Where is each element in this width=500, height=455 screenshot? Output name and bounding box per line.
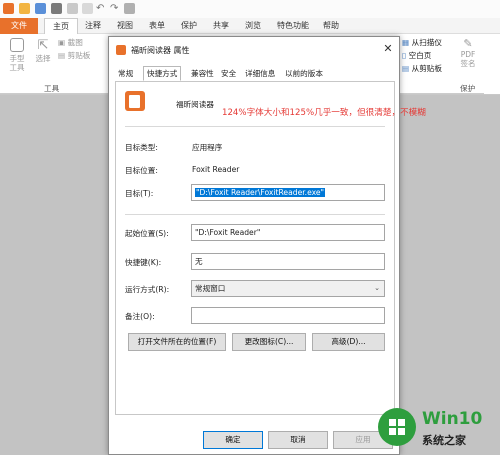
select-tool-button[interactable]: ⇱ 选择 bbox=[32, 38, 54, 74]
start-in-label: 起始位置(S): bbox=[125, 229, 169, 238]
app-title-bar: ↶ ↷ bbox=[0, 0, 500, 18]
ok-button[interactable]: 确定 bbox=[203, 431, 263, 449]
target-value: "D:\Foxit Reader\FoxitReader.exe" bbox=[195, 188, 326, 197]
tab-shortcut[interactable]: 快捷方式 bbox=[143, 66, 182, 81]
undo-icon[interactable]: ↶ bbox=[96, 3, 107, 14]
chevron-down-icon: ⌄ bbox=[374, 284, 380, 292]
foxit-large-icon bbox=[125, 91, 145, 111]
tab-help[interactable]: 帮助 bbox=[318, 18, 344, 34]
clipboard-label: 剪贴板 bbox=[67, 51, 91, 60]
foxit-app-icon bbox=[116, 45, 126, 55]
tab-comment[interactable]: 注释 bbox=[80, 18, 106, 34]
target-field[interactable]: "D:\Foxit Reader\FoxitReader.exe" bbox=[191, 184, 385, 201]
shortcut-panel: 福昕阅读器 124%字体大小和125%几乎一致，但很清楚，不模糊 目标类型: 应… bbox=[115, 81, 426, 415]
from-scanner-button[interactable]: ▦ 从扫描仪 bbox=[402, 37, 442, 48]
target-label: 目标(T): bbox=[125, 189, 154, 198]
tab-compatibility[interactable]: 兼容性 bbox=[188, 67, 217, 81]
ribbon-tab-bar: 文件 主页 注释 视图 表单 保护 共享 浏览 特色功能 帮助 bbox=[0, 18, 500, 34]
save-icon[interactable] bbox=[35, 3, 46, 14]
dialog-title: 福昕阅读器 属性 bbox=[131, 46, 190, 55]
select-tool-label: 选择 bbox=[35, 54, 51, 63]
tab-details[interactable]: 详细信息 bbox=[242, 67, 278, 81]
comment-field[interactable] bbox=[191, 307, 385, 324]
run-value: 常规窗口 bbox=[195, 284, 226, 293]
tab-view[interactable]: 视图 bbox=[112, 18, 138, 34]
tab-home[interactable]: 主页 bbox=[44, 18, 78, 34]
paste-icon: ▤ bbox=[402, 64, 410, 73]
close-icon[interactable]: ✕ bbox=[381, 42, 395, 56]
clipboard-icon: ▤ bbox=[58, 51, 66, 60]
hand-icon[interactable] bbox=[67, 3, 78, 14]
target-location-label: 目标位置: bbox=[125, 166, 158, 175]
target-type-label: 目标类型: bbox=[125, 143, 158, 152]
tab-protect[interactable]: 保护 bbox=[176, 18, 202, 34]
windows-logo-pane bbox=[398, 419, 405, 426]
scanner-icon: ▦ bbox=[402, 38, 410, 47]
stamp-icon[interactable] bbox=[124, 3, 135, 14]
print-icon[interactable] bbox=[51, 3, 62, 14]
separator bbox=[125, 126, 385, 127]
pdf-sign-button[interactable]: ✎ PDF 签名 bbox=[456, 37, 480, 68]
blank-page-label: 空白页 bbox=[408, 51, 432, 60]
watermark-brand: Win10 bbox=[422, 409, 483, 429]
app-name: 福昕阅读器 bbox=[176, 100, 214, 109]
watermark-tagline: 系统之家 bbox=[422, 434, 466, 447]
from-clipboard-label: 从剪贴板 bbox=[411, 64, 442, 73]
tab-file[interactable]: 文件 bbox=[0, 18, 38, 34]
win10-watermark: Win10 系统之家 bbox=[374, 404, 500, 455]
target-type-value: 应用程序 bbox=[192, 143, 223, 152]
pdf-sign-label: PDF 签名 bbox=[460, 50, 476, 68]
run-select[interactable]: 常规窗口 ⌄ bbox=[191, 280, 385, 297]
change-icon-button[interactable]: 更改图标(C)... bbox=[232, 333, 306, 351]
tab-security[interactable]: 安全 bbox=[218, 67, 239, 81]
annotation-text: 124%字体大小和125%几乎一致，但很清楚，不模糊 bbox=[222, 108, 426, 118]
properties-dialog: 福昕阅读器 属性 ✕ 常规 快捷方式 兼容性 安全 详细信息 以前的版本 福昕阅… bbox=[108, 36, 426, 455]
hotkey-field[interactable]: 无 bbox=[191, 253, 385, 270]
tab-general[interactable]: 常规 bbox=[115, 67, 136, 81]
hand-tool-label: 手型 工具 bbox=[9, 54, 25, 72]
tab-form[interactable]: 表单 bbox=[144, 18, 170, 34]
target-location-value: Foxit Reader bbox=[192, 165, 240, 174]
blank-page-icon: ▯ bbox=[402, 51, 407, 60]
from-clipboard-button[interactable]: ▤ 从剪贴板 bbox=[402, 63, 442, 74]
tools-group-label: 工具 bbox=[44, 84, 60, 93]
tab-previous-versions[interactable]: 以前的版本 bbox=[282, 67, 326, 81]
screenshot-button[interactable]: ▣ 截图 bbox=[58, 37, 83, 48]
windows-logo-pane bbox=[398, 428, 405, 435]
tab-browse[interactable]: 浏览 bbox=[240, 18, 266, 34]
protect-group-label: 保护 bbox=[460, 84, 476, 93]
start-in-field[interactable]: "D:\Foxit Reader" bbox=[191, 224, 385, 241]
windows-logo-pane bbox=[389, 419, 396, 426]
blank-page-button[interactable]: ▯ 空白页 bbox=[402, 50, 431, 61]
windows-logo-icon bbox=[378, 408, 416, 446]
new-icon[interactable] bbox=[82, 3, 93, 14]
open-file-location-button[interactable]: 打开文件所在的位置(F) bbox=[128, 333, 226, 351]
redo-icon[interactable]: ↷ bbox=[110, 3, 121, 14]
pen-icon: ✎ bbox=[463, 37, 473, 50]
advanced-button[interactable]: 高级(D)... bbox=[312, 333, 385, 351]
hand-tool-button[interactable]: 手型 工具 bbox=[4, 38, 30, 82]
cursor-icon: ⇱ bbox=[37, 38, 49, 53]
dialog-title-bar: 福昕阅读器 属性 ✕ bbox=[109, 37, 399, 63]
cancel-button[interactable]: 取消 bbox=[268, 431, 328, 449]
separator bbox=[125, 214, 385, 215]
ribbon-right-edge bbox=[484, 34, 500, 94]
hand-tool-icon bbox=[10, 38, 24, 52]
open-icon[interactable] bbox=[19, 3, 30, 14]
camera-icon: ▣ bbox=[58, 38, 66, 47]
from-scanner-label: 从扫描仪 bbox=[411, 38, 442, 47]
tab-share[interactable]: 共享 bbox=[208, 18, 234, 34]
dialog-tab-bar: 常规 快捷方式 兼容性 安全 详细信息 以前的版本 bbox=[115, 66, 395, 81]
clipboard-button[interactable]: ▤ 剪贴板 bbox=[58, 50, 90, 61]
tab-features[interactable]: 特色功能 bbox=[272, 18, 314, 34]
document-glyph-icon bbox=[129, 95, 140, 108]
hotkey-label: 快捷键(K): bbox=[125, 258, 162, 267]
windows-logo-pane bbox=[389, 428, 396, 435]
comment-label: 备注(O): bbox=[125, 312, 155, 321]
foxit-logo-icon bbox=[3, 3, 14, 14]
run-label: 运行方式(R): bbox=[125, 285, 170, 294]
screenshot-label: 截图 bbox=[67, 38, 83, 47]
